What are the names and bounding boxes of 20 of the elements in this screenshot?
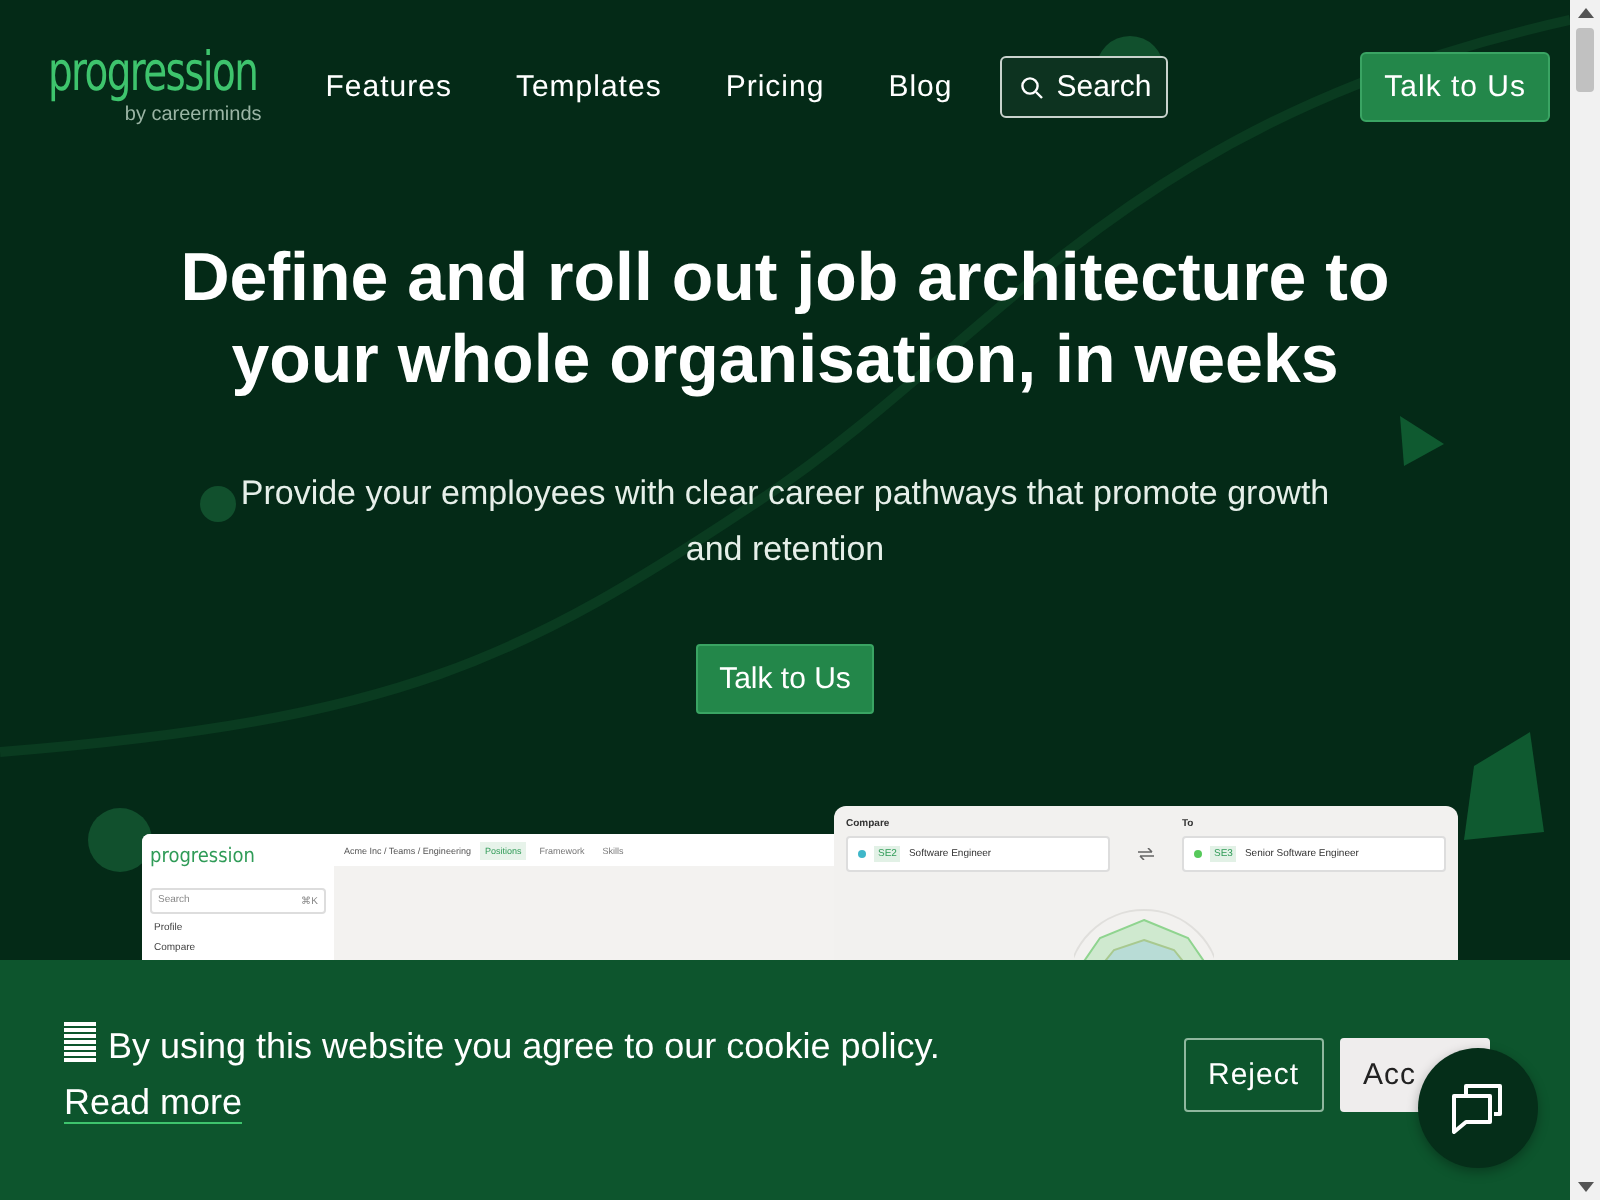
read-more-link[interactable]: Read more bbox=[64, 1082, 243, 1124]
search-button[interactable]: Search bbox=[1000, 56, 1168, 118]
hero-title: Define and roll out job architecture to your whole organisation, in weeks bbox=[178, 238, 1392, 402]
nav-link[interactable]: Features bbox=[325, 70, 452, 104]
scrollbar[interactable] bbox=[1570, 0, 1600, 1200]
cookie-message: By using this website you agree to our cookie policy. Read more bbox=[64, 1020, 942, 1128]
logo-tagline: by careerminds bbox=[124, 104, 262, 126]
nav-link[interactable]: Pricing bbox=[725, 70, 825, 104]
search-icon bbox=[1020, 75, 1045, 99]
logo[interactable]: progression bbox=[48, 48, 258, 100]
logo: progression bbox=[150, 846, 257, 868]
reject-button[interactable]: Reject bbox=[1184, 1038, 1324, 1112]
talk-to-us-button[interactable]: Talk to Us bbox=[1360, 52, 1550, 122]
chat-icon bbox=[1448, 1078, 1508, 1138]
nav-link[interactable]: Blog bbox=[888, 70, 953, 104]
nav-link[interactable]: Templates bbox=[515, 70, 662, 104]
swap-icon bbox=[1138, 848, 1154, 860]
talk-to-us-button[interactable]: Talk to Us bbox=[695, 644, 875, 714]
hero-subtitle: Provide your employees with clear career pathways that promote growth and retention bbox=[238, 472, 1332, 572]
cookie-icon bbox=[64, 1022, 96, 1062]
